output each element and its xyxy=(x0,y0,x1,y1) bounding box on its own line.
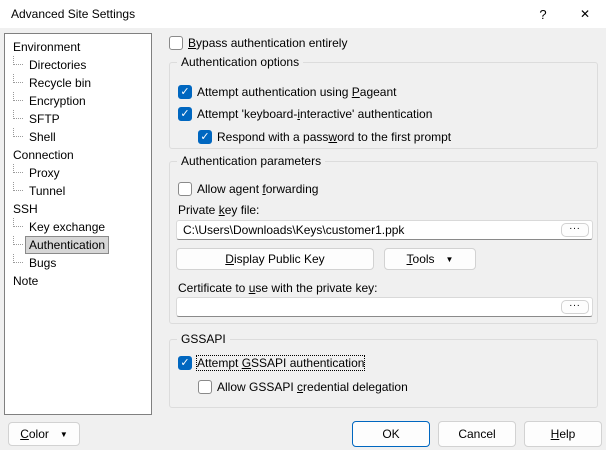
ok-button[interactable]: OK xyxy=(352,421,430,447)
tree-item-label: Connection xyxy=(13,148,74,162)
tree-item-label: Note xyxy=(13,274,39,288)
gssapi-delegation-checkbox[interactable] xyxy=(198,380,212,394)
private-key-file-field-wrap: ... xyxy=(176,220,593,240)
tree-connector xyxy=(13,164,23,173)
tree-item-bugs[interactable]: Bugs xyxy=(5,254,151,272)
tree-item-note[interactable]: Note xyxy=(5,272,151,290)
tree-connector xyxy=(13,110,23,119)
keyboard-interactive-label: Attempt 'keyboard-interactive' authentic… xyxy=(197,107,433,121)
cancel-button[interactable]: Cancel xyxy=(438,421,516,447)
chevron-down-icon: ▼ xyxy=(59,429,68,439)
tree-item-shell[interactable]: Shell xyxy=(5,128,151,146)
color-button[interactable]: Color ▼ xyxy=(8,422,80,446)
tree-item-directories[interactable]: Directories xyxy=(5,56,151,74)
gssapi-attempt-checkbox[interactable]: ✓ xyxy=(178,356,192,370)
tree-item-connection[interactable]: Connection xyxy=(5,146,151,164)
private-key-file-label: Private key file: xyxy=(178,203,260,217)
titlebar: Advanced Site Settings ? ✕ xyxy=(0,0,606,28)
bypass-authentication-label: Bypass authentication entirely xyxy=(188,36,348,50)
authentication-options-title: Authentication options xyxy=(177,55,304,69)
titlebar-buttons: ? ✕ xyxy=(522,0,606,28)
private-key-browse-button[interactable]: ... xyxy=(561,222,589,237)
tree-item-recycle-bin[interactable]: Recycle bin xyxy=(5,74,151,92)
private-key-file-input[interactable] xyxy=(177,221,592,239)
checkbox-row-respond-password[interactable]: ✓ Respond with a password to the first p… xyxy=(198,129,451,145)
tree-item-key-exchange[interactable]: Key exchange xyxy=(5,218,151,236)
tools-button-label: Tools xyxy=(406,252,435,266)
settings-tree: Environment Directories Recycle bin Encrypt… xyxy=(4,33,152,415)
window-title: Advanced Site Settings xyxy=(11,7,136,21)
tree-connector xyxy=(13,56,23,65)
pageant-label: Attempt authentication using Pageant xyxy=(197,85,397,99)
checkbox-row-agent-forwarding[interactable]: Allow agent forwarding xyxy=(178,181,318,197)
tree-item-tunnel[interactable]: Tunnel xyxy=(5,182,151,200)
tree-item-label: SFTP xyxy=(29,112,60,126)
display-public-key-button[interactable]: Display Public Key xyxy=(176,248,374,270)
tree-item-label: Bugs xyxy=(29,256,57,270)
help-icon[interactable]: ? xyxy=(522,0,564,28)
tree-item-authentication[interactable]: Authentication xyxy=(5,236,151,254)
tree-item-ssh[interactable]: SSH xyxy=(5,200,151,218)
tree-item-label: Authentication xyxy=(24,236,110,254)
certificate-field-wrap: ... xyxy=(176,297,593,317)
tree-item-label: Proxy xyxy=(29,166,60,180)
advanced-site-settings-dialog: Advanced Site Settings ? ✕ Environment Di… xyxy=(0,0,606,450)
checkbox-row-gssapi-delegation[interactable]: Allow GSSAPI credential delegation xyxy=(198,379,408,395)
authentication-parameters-group: Authentication parameters Allow agent fo… xyxy=(169,154,598,324)
close-icon[interactable]: ✕ xyxy=(564,0,606,28)
tree-connector xyxy=(13,236,23,245)
tree-connector xyxy=(13,182,23,191)
checkbox-row-keyboard-interactive[interactable]: ✓ Attempt 'keyboard-interactive' authent… xyxy=(178,106,432,122)
help-button[interactable]: Help xyxy=(524,421,602,447)
checkbox-row-bypass-authentication[interactable]: Bypass authentication entirely xyxy=(169,35,347,51)
tree-item-label: Environment xyxy=(13,40,81,54)
gssapi-delegation-label: Allow GSSAPI credential delegation xyxy=(217,380,408,394)
checkbox-row-pageant[interactable]: ✓ Attempt authentication using Pageant xyxy=(178,84,396,100)
tree-item-sftp[interactable]: SFTP xyxy=(5,110,151,128)
certificate-label: Certificate to use with the private key: xyxy=(178,281,378,295)
gssapi-group: GSSAPI ✓ Attempt GSSAPI authentication A… xyxy=(169,332,598,408)
tree-connector xyxy=(13,128,23,137)
tree-item-label: Encryption xyxy=(29,94,86,108)
authentication-parameters-title: Authentication parameters xyxy=(177,154,326,168)
tools-button[interactable]: Tools ▼ xyxy=(384,248,476,270)
agent-forwarding-label: Allow agent forwarding xyxy=(197,182,319,196)
tree-item-label: SSH xyxy=(13,202,38,216)
tree-item-label: Tunnel xyxy=(29,184,66,198)
tree-connector xyxy=(13,74,23,83)
tree-item-environment[interactable]: Environment xyxy=(5,38,151,56)
bypass-authentication-checkbox[interactable] xyxy=(169,36,183,50)
authentication-options-group: Authentication options ✓ Attempt authent… xyxy=(169,55,598,149)
gssapi-title: GSSAPI xyxy=(177,332,230,346)
color-button-label: Color xyxy=(20,427,49,441)
tree-item-encryption[interactable]: Encryption xyxy=(5,92,151,110)
gssapi-attempt-label: Attempt GSSAPI authentication xyxy=(195,355,366,371)
certificate-browse-button[interactable]: ... xyxy=(561,299,589,314)
agent-forwarding-checkbox[interactable] xyxy=(178,182,192,196)
chevron-down-icon: ▼ xyxy=(445,254,454,264)
tree-connector xyxy=(13,254,23,263)
respond-password-label: Respond with a password to the first pro… xyxy=(217,130,452,144)
tree-connector xyxy=(13,218,23,227)
tree-item-label: Key exchange xyxy=(29,220,106,234)
checkbox-row-gssapi-attempt[interactable]: ✓ Attempt GSSAPI authentication xyxy=(178,355,366,371)
certificate-input[interactable] xyxy=(177,298,592,316)
pageant-checkbox[interactable]: ✓ xyxy=(178,85,192,99)
tree-item-proxy[interactable]: Proxy xyxy=(5,164,151,182)
tree-item-label: Shell xyxy=(29,130,56,144)
tree-connector xyxy=(13,92,23,101)
respond-password-checkbox[interactable]: ✓ xyxy=(198,130,212,144)
tree-item-label: Directories xyxy=(29,58,87,72)
keyboard-interactive-checkbox[interactable]: ✓ xyxy=(178,107,192,121)
tree-item-label: Recycle bin xyxy=(29,76,92,90)
